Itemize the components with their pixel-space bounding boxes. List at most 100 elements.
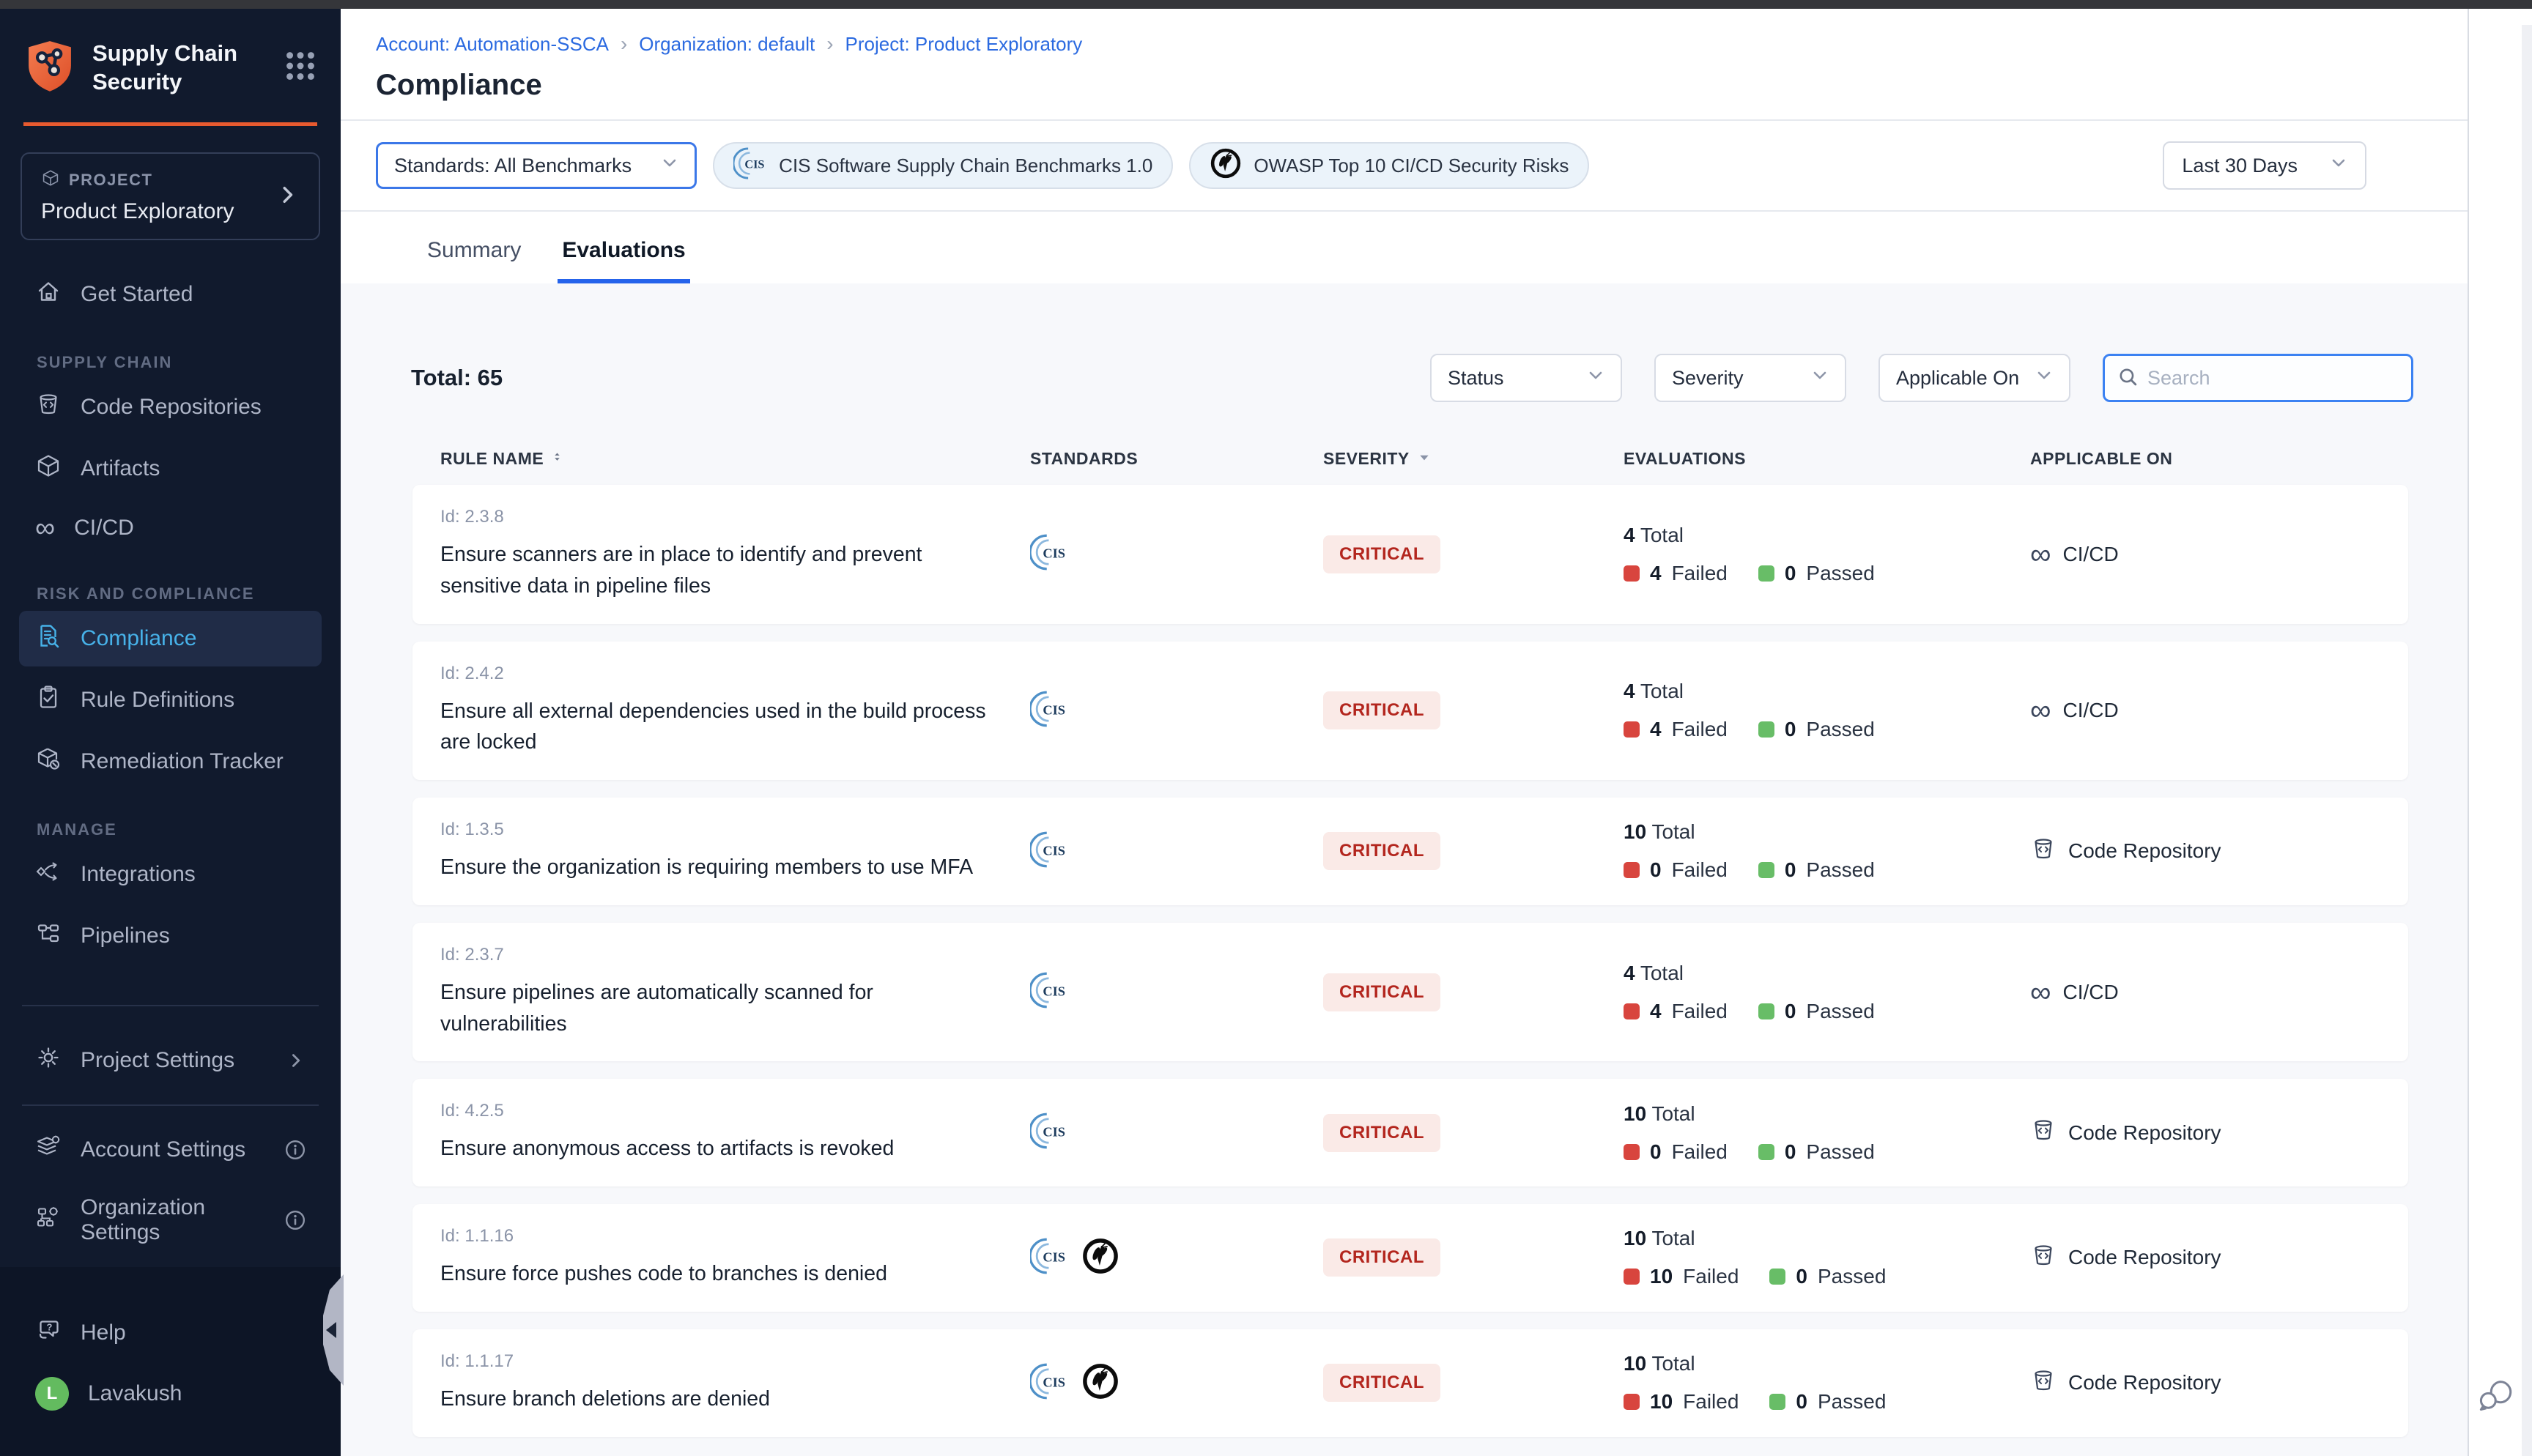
column-applicable-on: APPLICABLE ON bbox=[2030, 449, 2380, 469]
sidebar: Supply Chain Security PROJECT Product Ex… bbox=[0, 9, 341, 1456]
main-content: Account: Automation-SSCA › Organization:… bbox=[341, 9, 2468, 1456]
date-range-select[interactable]: Last 30 Days bbox=[2163, 141, 2366, 190]
table-row[interactable]: Id: 2.3.8 Ensure scanners are in place t… bbox=[412, 485, 2408, 624]
avatar: L bbox=[35, 1377, 69, 1411]
table-row[interactable]: Id: 1.1.16 Ensure force pushes code to b… bbox=[412, 1204, 2408, 1312]
owasp-logo-icon bbox=[1081, 1237, 1119, 1279]
applicable-on: CI/CD bbox=[2063, 699, 2119, 722]
tab-evaluations[interactable]: Evaluations bbox=[558, 238, 689, 283]
chevron-right-icon bbox=[278, 184, 300, 209]
user-menu[interactable]: L Lavakush bbox=[19, 1365, 322, 1422]
owasp-logo-icon bbox=[1081, 1362, 1119, 1404]
breadcrumb-account[interactable]: Account: Automation-SSCA bbox=[376, 33, 609, 56]
applicable-on: CI/CD bbox=[2063, 543, 2119, 566]
sidebar-item-rule-definitions[interactable]: Rule Definitions bbox=[19, 672, 322, 728]
tab-summary[interactable]: Summary bbox=[423, 238, 525, 283]
sidebar-item-organization-settings[interactable]: Organization Settings bbox=[19, 1184, 322, 1257]
standards-select[interactable]: Standards: All Benchmarks bbox=[376, 142, 697, 189]
severity-badge: CRITICAL bbox=[1323, 691, 1440, 729]
cis-logo-icon bbox=[1030, 1237, 1068, 1279]
table-row[interactable]: Id: 1.1.17 Ensure branch deletions are d… bbox=[412, 1329, 2408, 1437]
severity-badge: CRITICAL bbox=[1323, 1364, 1440, 1402]
evaluations-panel: Total: 65 Status Severity Applicable On bbox=[341, 283, 2468, 1456]
project-label: PROJECT bbox=[69, 171, 152, 190]
layers-gear-icon bbox=[35, 1134, 62, 1166]
scrollbar[interactable] bbox=[2522, 25, 2532, 1456]
sidebar-item-code-repositories[interactable]: Code Repositories bbox=[19, 379, 322, 435]
collapse-arrow-icon bbox=[326, 1322, 336, 1338]
breadcrumb-organization[interactable]: Organization: default bbox=[639, 33, 815, 56]
rule-id: Id: 2.4.2 bbox=[440, 664, 1030, 684]
sidebar-item-get-started[interactable]: Get Started bbox=[19, 267, 322, 322]
column-rule-name[interactable]: RULE NAME bbox=[440, 449, 1030, 469]
search-input[interactable] bbox=[2147, 367, 2407, 390]
breadcrumb: Account: Automation-SSCA › Organization:… bbox=[376, 32, 2432, 56]
cis-logo-icon bbox=[1030, 831, 1068, 872]
chevron-down-icon bbox=[2330, 155, 2347, 177]
sidebar-item-cicd[interactable]: ∞ CI/CD bbox=[19, 502, 322, 554]
sidebar-item-remediation-tracker[interactable]: Remediation Tracker bbox=[19, 734, 322, 790]
sidebar-item-artifacts[interactable]: Artifacts bbox=[19, 441, 322, 497]
help-chat-icon bbox=[35, 1317, 62, 1349]
brand-title: Supply Chain Security bbox=[92, 40, 237, 97]
breadcrumb-chevron-icon: › bbox=[826, 32, 833, 56]
sort-down-icon bbox=[1417, 449, 1432, 469]
chip-cis-benchmark[interactable]: CIS Software Supply Chain Benchmarks 1.0 bbox=[713, 142, 1173, 189]
breadcrumb-project[interactable]: Project: Product Exploratory bbox=[845, 33, 1083, 56]
severity-filter[interactable]: Severity bbox=[1654, 354, 1846, 402]
sidebar-item-integrations[interactable]: Integrations bbox=[19, 847, 322, 902]
info-icon[interactable] bbox=[285, 1140, 306, 1160]
info-icon[interactable] bbox=[285, 1210, 306, 1230]
rule-name: Ensure scanners are in place to identify… bbox=[440, 539, 997, 602]
rule-name: Ensure pipelines are automatically scann… bbox=[440, 977, 997, 1040]
cis-logo-icon bbox=[1030, 533, 1068, 575]
page-title: Compliance bbox=[376, 69, 2432, 102]
rule-name: Ensure the organization is requiring mem… bbox=[440, 852, 997, 883]
brand-shield-logo bbox=[22, 38, 78, 97]
applicable-on: Code Repository bbox=[2068, 1371, 2221, 1394]
sidebar-item-compliance[interactable]: Compliance bbox=[19, 611, 322, 666]
project-box-icon bbox=[41, 168, 60, 192]
code-repository-icon bbox=[2030, 1242, 2057, 1274]
applicable-on-filter[interactable]: Applicable On bbox=[1878, 354, 2070, 402]
sidebar-item-account-settings[interactable]: Account Settings bbox=[19, 1122, 322, 1178]
brand-divider bbox=[23, 122, 317, 126]
window-top-strip bbox=[0, 0, 2532, 9]
failed-swatch bbox=[1624, 1003, 1640, 1019]
rule-name: Ensure all external dependencies used in… bbox=[440, 696, 997, 759]
chip-owasp-top10[interactable]: OWASP Top 10 CI/CD Security Risks bbox=[1189, 142, 1589, 189]
sidebar-item-project-settings[interactable]: Project Settings bbox=[19, 1033, 322, 1088]
passed-swatch bbox=[1758, 565, 1774, 582]
owasp-logo-icon bbox=[1210, 147, 1242, 185]
table-row[interactable]: Id: 4.2.5 Ensure anonymous access to art… bbox=[412, 1079, 2408, 1186]
severity-badge: CRITICAL bbox=[1323, 1238, 1440, 1277]
table-row[interactable]: Id: 2.4.2 Ensure all external dependenci… bbox=[412, 642, 2408, 781]
sidebar-item-help[interactable]: Help bbox=[19, 1305, 322, 1361]
code-repository-icon bbox=[2030, 1117, 2057, 1148]
support-chat-icon[interactable] bbox=[2476, 1373, 2517, 1418]
box-wrench-icon bbox=[35, 746, 62, 778]
user-name: Lavakush bbox=[88, 1381, 182, 1406]
code-repository-icon bbox=[2030, 836, 2057, 867]
search-box bbox=[2103, 354, 2413, 402]
tabs: Summary Evaluations bbox=[341, 212, 2468, 283]
app-grid-icon[interactable] bbox=[285, 51, 316, 85]
chevron-down-icon bbox=[2035, 367, 2053, 390]
column-standards: STANDARDS bbox=[1030, 449, 1323, 469]
status-filter[interactable]: Status bbox=[1430, 354, 1622, 402]
cicd-infinity-icon: ∞ bbox=[2030, 540, 2051, 569]
project-switcher[interactable]: PROJECT Product Exploratory bbox=[21, 152, 320, 240]
sidebar-divider bbox=[22, 1104, 319, 1106]
table-row[interactable]: Id: 2.3.7 Ensure pipelines are automatic… bbox=[412, 923, 2408, 1062]
sidebar-item-pipelines[interactable]: Pipelines bbox=[19, 908, 322, 964]
passed-swatch bbox=[1769, 1269, 1785, 1285]
severity-badge: CRITICAL bbox=[1323, 973, 1440, 1011]
clipboard-check-icon bbox=[35, 684, 62, 716]
cis-logo-icon bbox=[1030, 971, 1068, 1013]
failed-swatch bbox=[1624, 721, 1640, 738]
rule-name: Ensure force pushes code to branches is … bbox=[440, 1258, 997, 1290]
column-severity[interactable]: SEVERITY bbox=[1323, 449, 1624, 469]
rule-name: Ensure branch deletions are denied bbox=[440, 1383, 997, 1415]
table-row[interactable]: Id: 1.3.5 Ensure the organization is req… bbox=[412, 798, 2408, 905]
filter-bar: Standards: All Benchmarks CIS Software S… bbox=[341, 121, 2468, 212]
